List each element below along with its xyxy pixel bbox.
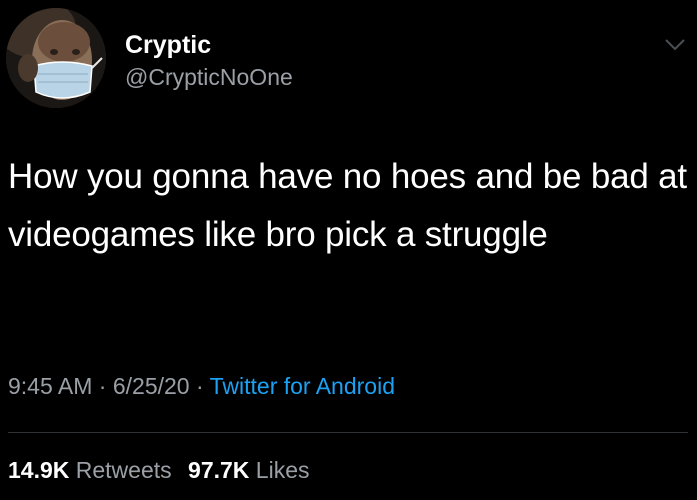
tweet-stats: 14.9K Retweets 97.7K Likes xyxy=(8,455,320,485)
tweet-source-link[interactable]: Twitter for Android xyxy=(210,373,395,399)
meta-separator: · xyxy=(189,373,210,399)
retweets-stat[interactable]: 14.9K Retweets xyxy=(8,457,172,483)
retweets-label: Retweets xyxy=(75,457,172,483)
avatar[interactable] xyxy=(6,8,106,108)
user-handle[interactable]: @CrypticNoOne xyxy=(125,63,293,91)
likes-label: Likes xyxy=(255,457,310,483)
likes-stat[interactable]: 97.7K Likes xyxy=(188,457,309,483)
tweet-card: Cryptic @CrypticNoOne How you gonna have… xyxy=(0,0,697,500)
tweet-meta: 9:45 AM · 6/25/20 · Twitter for Android xyxy=(8,371,395,401)
avatar-image xyxy=(6,8,106,108)
retweets-count: 14.9K xyxy=(8,457,70,483)
divider xyxy=(8,432,688,433)
tweet-text: How you gonna have no hoes and be bad at… xyxy=(8,157,687,254)
tweet-date[interactable]: 6/25/20 xyxy=(113,373,190,399)
meta-separator: · xyxy=(92,373,113,399)
display-name[interactable]: Cryptic xyxy=(125,30,211,60)
likes-count: 97.7K xyxy=(188,457,250,483)
chevron-down-icon[interactable] xyxy=(664,38,686,52)
tweet-time: 9:45 AM xyxy=(8,373,93,399)
